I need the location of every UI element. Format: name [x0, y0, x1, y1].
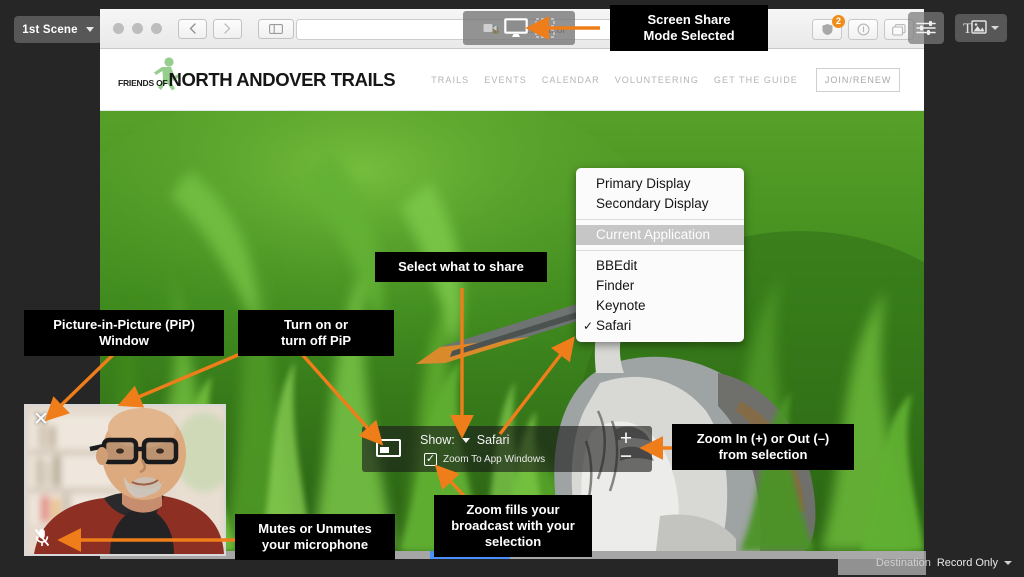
menu-item-primary-display[interactable]: Primary Display: [576, 174, 744, 194]
zoom-buttons: + −: [616, 428, 636, 467]
logo-prefix: FRIENDS OF: [118, 77, 168, 88]
pip-toggle-icon[interactable]: [376, 439, 401, 457]
site-logo-text: FRIENDS OF NORTH ANDOVER TRAILS: [118, 68, 396, 91]
camera-mode-icon[interactable]: [483, 22, 497, 34]
back-button[interactable]: [178, 18, 207, 39]
menu-item-keynote[interactable]: Keynote: [576, 296, 744, 316]
window-traffic-lights[interactable]: [113, 23, 162, 34]
scene-selector-dropdown[interactable]: 1st Scene: [14, 16, 102, 43]
picture-in-picture-window[interactable]: ✕: [24, 404, 226, 556]
maximize-window-button[interactable]: [151, 23, 162, 34]
menu-separator: [576, 250, 744, 251]
site-logo[interactable]: FRIENDS OF NORTH ANDOVER TRAILS: [118, 56, 396, 91]
share-source-dropdown-menu[interactable]: Primary Display Secondary Display Curren…: [576, 168, 744, 342]
join-renew-button[interactable]: JOIN/RENEW: [815, 67, 901, 92]
chevron-down-icon: [85, 27, 94, 32]
zoom-out-button[interactable]: −: [616, 446, 636, 467]
broadcast-control-bar: Show: Safari ✓ Zoom To App Windows + −: [362, 426, 652, 472]
nav-item-volunteering[interactable]: VOLUNTEERING: [615, 75, 699, 85]
nav-item-events[interactable]: EVENTS: [484, 75, 527, 85]
text-image-icon: T: [963, 20, 987, 37]
destination-value[interactable]: Record Only: [937, 557, 998, 569]
chevron-down-icon: [1004, 561, 1012, 565]
menu-item-safari[interactable]: ✓ Safari: [576, 316, 744, 336]
logo-name: NORTH ANDOVER TRAILS: [168, 68, 396, 90]
site-navigation: TRAILS EVENTS CALENDAR VOLUNTEERING GET …: [431, 67, 901, 92]
status-bar: Destination Record Only: [876, 557, 1012, 569]
callout-screen-share-mode: Screen Share Mode Selected: [610, 5, 768, 51]
callout-zoom-in-out: Zoom In (+) or Out (–) from selection: [672, 424, 854, 470]
menu-item-label: Safari: [596, 318, 632, 333]
menu-item-secondary-display[interactable]: Secondary Display: [576, 194, 744, 214]
pip-close-button[interactable]: ✕: [33, 410, 49, 429]
shield-icon[interactable]: 2: [812, 15, 845, 40]
webcam-video-feed: [26, 406, 224, 554]
checkmark-icon: ✓: [583, 319, 594, 333]
nav-item-calendar[interactable]: CALENDAR: [542, 75, 600, 85]
microphone-muted-icon[interactable]: [34, 528, 50, 547]
close-window-button[interactable]: [113, 23, 124, 34]
svg-text:T: T: [963, 21, 972, 37]
menu-item-label: Secondary Display: [596, 196, 709, 211]
menu-item-label: Keynote: [596, 298, 646, 313]
adjustments-sliders-button[interactable]: [908, 12, 944, 44]
callout-mic-mute: Mutes or Unmutes your microphone: [235, 514, 395, 560]
slides-mode-icon[interactable]: [535, 18, 555, 38]
nav-item-get-the-guide[interactable]: GET THE GUIDE: [714, 75, 798, 85]
menu-item-label: Primary Display: [596, 176, 691, 191]
browser-right-buttons: 2: [812, 15, 914, 40]
minimize-window-button[interactable]: [132, 23, 143, 34]
zoom-to-app-windows-row[interactable]: ✓ Zoom To App Windows: [424, 453, 545, 466]
scene-selector-label: 1st Scene: [22, 23, 78, 36]
view-buttons: [258, 18, 294, 39]
show-label: Show:: [420, 433, 455, 447]
show-value: Safari: [476, 433, 510, 447]
site-header: FRIENDS OF NORTH ANDOVER TRAILS TRAILS E…: [100, 49, 924, 111]
menu-item-label: Finder: [596, 278, 635, 293]
sidebar-button[interactable]: [258, 18, 294, 39]
screen-share-mode-icon[interactable]: [503, 17, 529, 39]
menu-item-current-application[interactable]: Current Application: [576, 225, 744, 245]
menu-item-label: Current Application: [596, 227, 711, 242]
zoom-to-app-windows-label: Zoom To App Windows: [443, 454, 546, 465]
navigation-buttons: [178, 18, 242, 39]
nav-item-trails[interactable]: TRAILS: [431, 75, 469, 85]
app-window: 1st Scene 2 FRIENDS OF NORTH ANDOVER TRA…: [0, 0, 1024, 577]
chevron-down-icon: [461, 437, 470, 443]
menu-separator: [576, 219, 744, 220]
show-source-selector[interactable]: Show: Safari: [420, 433, 509, 447]
menu-item-finder[interactable]: Finder: [576, 276, 744, 296]
shield-badge: 2: [832, 15, 845, 28]
checkmark-icon: ✓: [425, 453, 436, 465]
callout-select-what-to-share: Select what to share: [375, 252, 547, 282]
download-icon[interactable]: [848, 19, 878, 40]
callout-pip-toggle: Turn on or turn off PiP: [238, 310, 394, 356]
forward-button[interactable]: [213, 18, 242, 39]
media-layers-button[interactable]: T: [955, 14, 1007, 42]
menu-item-label: BBEdit: [596, 258, 638, 273]
destination-label: Destination: [875, 557, 931, 569]
callout-pip-window: Picture-in-Picture (PiP) Window: [24, 310, 224, 356]
share-mode-toolbar: [463, 11, 575, 45]
callout-zoom-fills: Zoom fills your broadcast with your sele…: [434, 495, 592, 557]
chevron-down-icon: [991, 26, 999, 30]
menu-item-bbedit[interactable]: BBEdit: [576, 256, 744, 276]
zoom-to-app-windows-checkbox[interactable]: ✓: [424, 453, 437, 466]
